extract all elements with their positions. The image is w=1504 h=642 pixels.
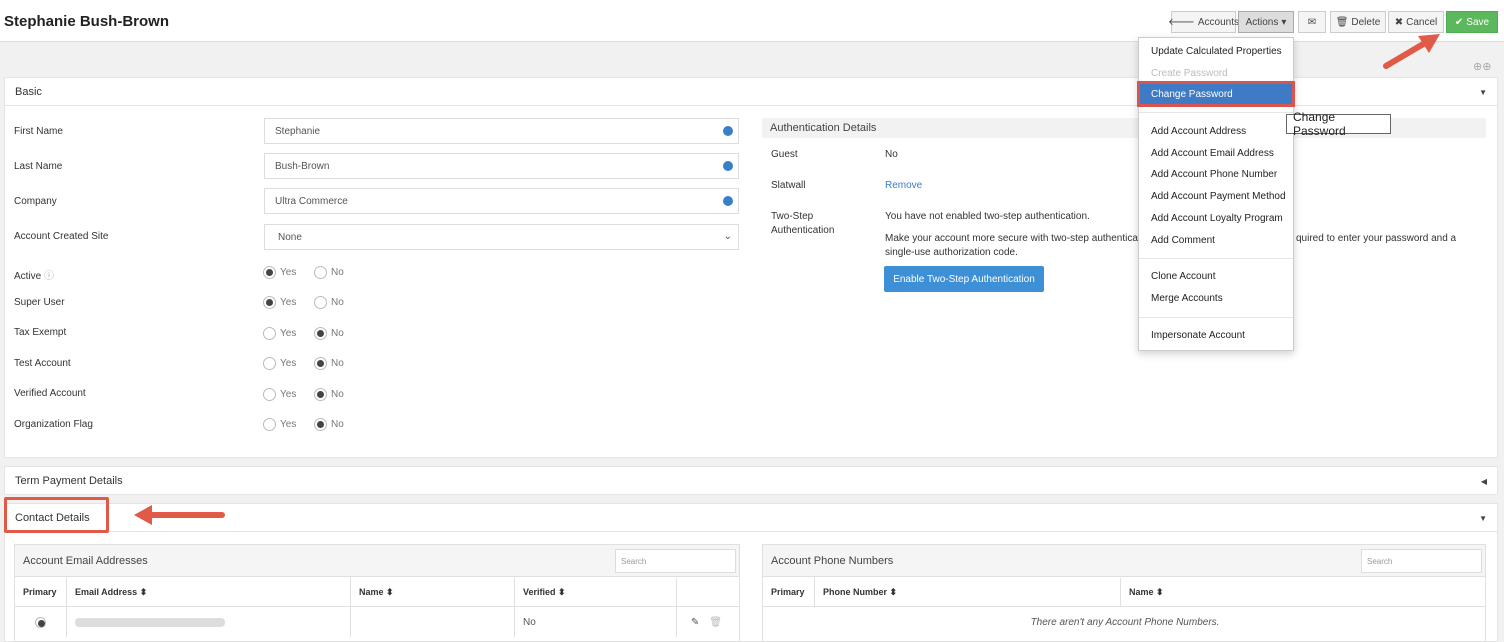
arrow-to-save-icon <box>1383 34 1440 69</box>
arrow-to-contact-details-icon <box>134 505 225 525</box>
annotation-arrows <box>134 34 1440 525</box>
